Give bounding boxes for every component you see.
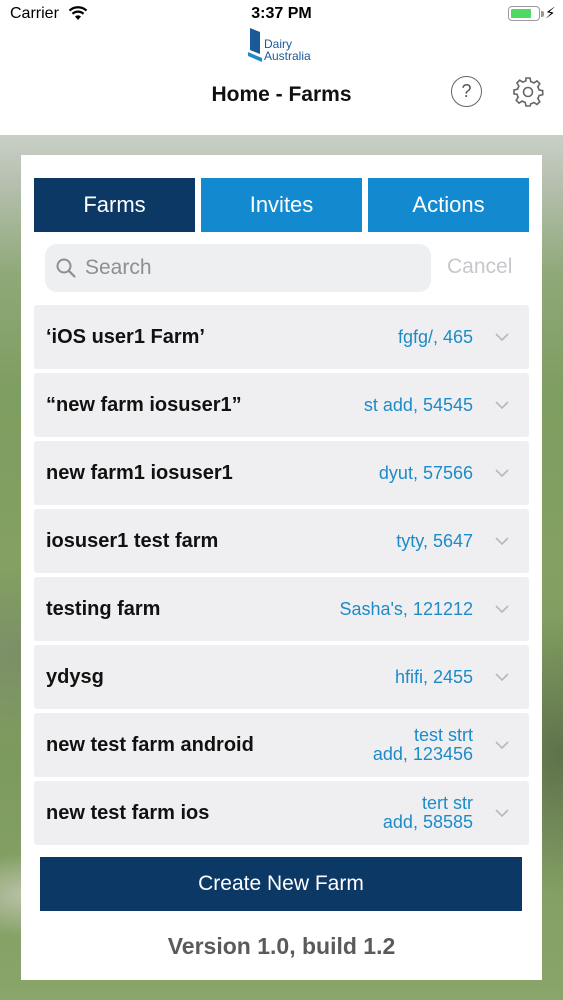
question-circle-icon[interactable]: ? xyxy=(451,76,482,107)
farm-row[interactable]: new farm1 iosuser1 dyut, 57566 xyxy=(34,441,529,505)
header: Dairy Australia Home - Farms ? xyxy=(0,28,563,135)
dairy-australia-logo: Dairy Australia xyxy=(248,28,318,64)
farm-name: testing farm xyxy=(46,598,161,620)
logo-mark-icon xyxy=(248,28,262,62)
farms-card: Farms Invites Actions Search Cancel ‘iOS… xyxy=(21,155,542,980)
farm-row[interactable]: new test farm android test strt add, 12345… xyxy=(34,713,529,777)
chevron-down-icon[interactable] xyxy=(494,601,510,617)
farm-address: st add, 54545 xyxy=(364,373,473,437)
search-icon xyxy=(56,258,76,278)
battery-level xyxy=(511,9,531,18)
farm-name: new test farm ios xyxy=(46,802,210,824)
farm-row[interactable]: iosuser1 test farm tyty, 5647 xyxy=(34,509,529,573)
farm-address-line: test strt xyxy=(413,725,473,745)
farm-address-line: add, 58585 xyxy=(382,812,473,832)
farm-address-line: tert str xyxy=(421,793,473,813)
chevron-down-icon[interactable] xyxy=(494,737,510,753)
farm-address-line: add, 123456 xyxy=(372,744,473,764)
farm-address-line: dyut, 57566 xyxy=(378,462,473,483)
farm-address-line: fgfg/, 465 xyxy=(397,326,473,347)
farm-address: Sasha's, 121212 xyxy=(339,577,473,641)
search-placeholder: Search xyxy=(85,256,152,279)
farm-row[interactable]: testing farm Sasha's, 121212 xyxy=(34,577,529,641)
farm-name: ‘iOS user1 Farm’ xyxy=(46,326,205,348)
chevron-down-icon[interactable] xyxy=(494,805,510,821)
farm-address-line: hfifi, 2455 xyxy=(394,666,473,687)
farm-address: hfifi, 2455 xyxy=(395,645,473,709)
farm-address: tyty, 5647 xyxy=(396,509,473,573)
farm-name: new farm1 iosuser1 xyxy=(46,462,233,484)
farm-address: dyut, 57566 xyxy=(379,441,473,505)
farm-name: ydysg xyxy=(46,666,104,688)
farm-address-line: tyty, 5647 xyxy=(396,530,473,551)
farm-address: test strt add, 123456 xyxy=(373,713,473,777)
tab-farms[interactable]: Farms xyxy=(34,178,195,232)
farm-row[interactable]: ydysg hfifi, 2455 xyxy=(34,645,529,709)
logo-text: Dairy Australia xyxy=(264,37,311,63)
clock: 3:37 PM xyxy=(251,5,312,22)
farm-address: fgfg/, 465 xyxy=(398,305,473,369)
farm-address: tert str add, 58585 xyxy=(383,781,473,845)
chevron-down-icon[interactable] xyxy=(494,669,510,685)
chevron-down-icon[interactable] xyxy=(494,397,510,413)
farm-address-line: st add, 54545 xyxy=(363,394,473,415)
chevron-down-icon[interactable] xyxy=(494,329,510,345)
status-bar: Carrier 3:37 PM ⚡ xyxy=(0,0,563,30)
farm-name: new test farm android xyxy=(46,734,254,756)
farm-address-line: Sasha's, 121212 xyxy=(339,598,473,619)
chevron-down-icon[interactable] xyxy=(494,465,510,481)
tab-bar: Farms Invites Actions xyxy=(34,178,529,232)
farm-row[interactable]: “new farm iosuser1” st add, 54545 xyxy=(34,373,529,437)
farm-row[interactable]: new test farm ios tert str add, 58585 xyxy=(34,781,529,845)
gear-icon[interactable] xyxy=(512,76,544,108)
create-new-farm-button[interactable]: Create New Farm xyxy=(40,857,522,911)
farm-row[interactable]: ‘iOS user1 Farm’ fgfg/, 465 xyxy=(34,305,529,369)
farm-name: iosuser1 test farm xyxy=(46,530,219,552)
battery-icon xyxy=(508,6,544,21)
tab-actions[interactable]: Actions xyxy=(368,178,529,232)
search-input[interactable]: Search xyxy=(45,244,431,292)
version-label: Version 1.0, build 1.2 xyxy=(167,933,396,959)
charging-icon: ⚡ xyxy=(545,5,556,22)
chevron-down-icon[interactable] xyxy=(494,533,510,549)
farm-name: “new farm iosuser1” xyxy=(46,394,242,416)
tab-invites[interactable]: Invites xyxy=(201,178,362,232)
cancel-button[interactable]: Cancel xyxy=(447,255,512,279)
